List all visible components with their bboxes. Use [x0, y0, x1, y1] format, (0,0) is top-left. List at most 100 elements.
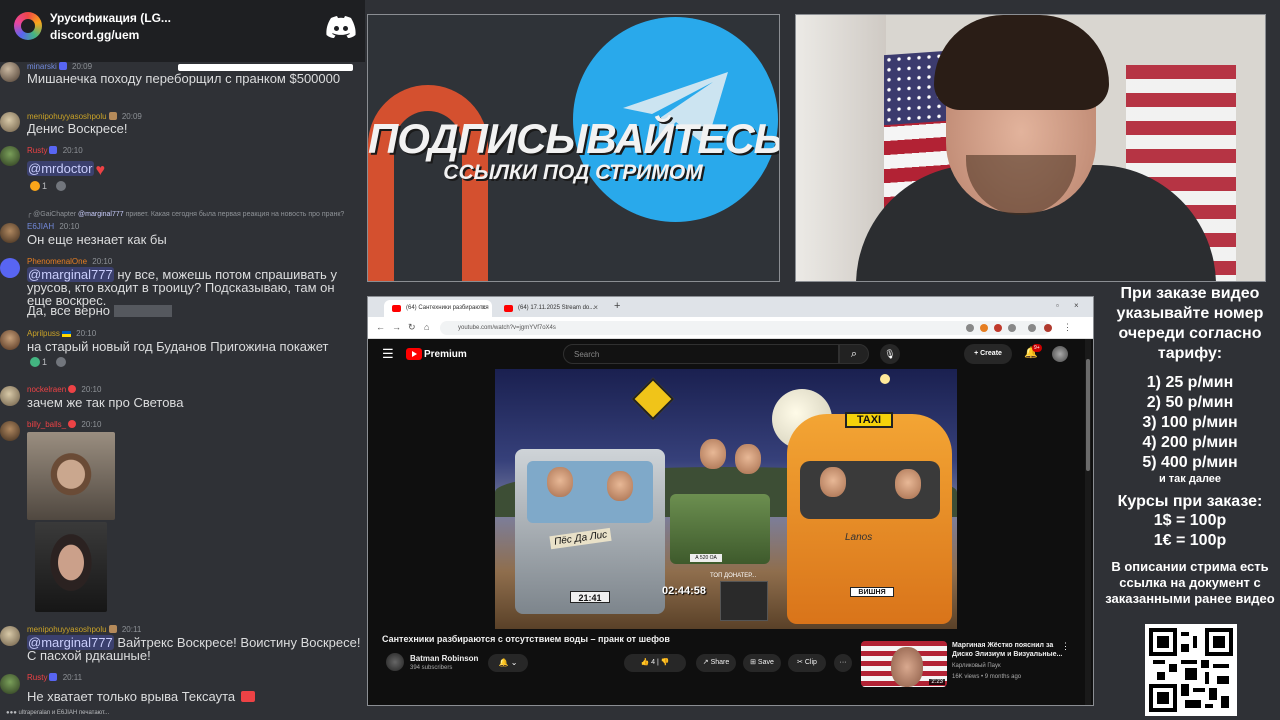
reply-mention: @marginal777 [78, 211, 124, 218]
username[interactable]: billy_balls_ [27, 420, 66, 429]
spoiler-block[interactable] [113, 305, 172, 317]
discord-logo-icon [326, 16, 356, 38]
message-meta: nockelraen 20:10 [27, 385, 101, 394]
attached-image[interactable] [35, 522, 107, 612]
character-face [735, 444, 761, 474]
browser-tab[interactable]: (64) Сантехники разбираются × [384, 300, 492, 317]
profile-icon[interactable] [1044, 324, 1052, 332]
username[interactable]: Rusty [27, 673, 47, 682]
save-label: Save [757, 659, 774, 666]
reply-preview[interactable]: ╭ @GaiChapter @marginal777 привет. Какая… [27, 210, 365, 218]
attached-image[interactable] [27, 432, 115, 520]
truck-window-graphic [527, 461, 653, 523]
user-mention[interactable]: @mrdoctor [27, 161, 94, 176]
recommended-video-title[interactable]: Маргиная Жёстко пояснил за Диско Элизиум… [952, 641, 1072, 659]
timestamp: 20:10 [81, 420, 102, 429]
extension-icon[interactable] [1028, 324, 1036, 332]
avatar[interactable] [0, 330, 20, 350]
reaction-chip[interactable]: 1 [30, 181, 47, 191]
voice-search-button[interactable]: 🎙 [880, 344, 900, 364]
more-actions-button[interactable]: ··· [834, 654, 852, 672]
price-item: 4) 200 р/мин [1142, 434, 1238, 451]
username[interactable]: Aprilpuss [27, 329, 60, 338]
top-donater-label: ТОП ДОНАТЕР... [710, 573, 757, 579]
home-icon[interactable]: ⌂ [424, 322, 429, 332]
account-avatar[interactable] [1052, 346, 1068, 362]
close-tab-icon[interactable]: × [481, 303, 486, 312]
video-player[interactable]: Пёс Да Лис 21:41 А 520 ОА TAXI Lanos ВИШ… [495, 369, 957, 629]
avatar[interactable] [0, 112, 20, 132]
role-badge-icon [58, 62, 67, 70]
like-button[interactable]: 👍 4 | 👎 [624, 654, 686, 672]
character-face [547, 467, 573, 497]
subscription-bell-button[interactable]: 🔔 ⌄ [488, 654, 528, 672]
reaction-chip[interactable]: 1 [30, 357, 47, 367]
menu-icon[interactable]: ☰ [382, 346, 394, 362]
timestamp: 20:10 [81, 385, 102, 394]
extension-icon[interactable] [966, 324, 974, 332]
avatar[interactable] [0, 223, 20, 243]
message-text: Мишанечка походу переборщил с пранком $5… [27, 71, 341, 86]
channel-name[interactable]: Batman Robinson [410, 654, 478, 663]
youtube-logo-text[interactable]: Premium [424, 349, 467, 360]
extension-icon[interactable] [994, 324, 1002, 332]
truck-plate: 21:41 [570, 591, 610, 603]
avatar[interactable] [0, 674, 20, 694]
timestamp: 20:09 [72, 62, 93, 71]
message-meta: Rusty 20:10 [27, 146, 83, 155]
reload-icon[interactable]: ↻ [408, 322, 416, 333]
username[interactable]: menipohuyyasoshpolu [27, 112, 107, 121]
share-button[interactable]: ↗ Share [696, 654, 736, 672]
clip-button[interactable]: ✂ Clip [788, 654, 826, 672]
forward-icon[interactable]: → [392, 322, 401, 332]
video-timestamp: 02:44:58 [662, 585, 707, 597]
url-field[interactable]: youtube.com/watch?v=jgmYVf7oX4s [440, 321, 1050, 335]
mic-icon: 🎙 [884, 349, 896, 359]
extension-icon[interactable] [1008, 324, 1016, 332]
search-button[interactable]: ⌕ [839, 344, 869, 364]
recommended-video-channel[interactable]: Карликовый Паук [952, 663, 1001, 669]
add-reaction-button[interactable] [55, 181, 68, 191]
message-text: @mrdoctor ♥ [27, 161, 362, 179]
search-input[interactable]: Search [563, 344, 839, 364]
username[interactable]: E6JIAH [27, 222, 54, 231]
minimize-window-icon[interactable]: ▫ [1056, 301, 1059, 310]
create-button[interactable]: + Create [964, 344, 1012, 364]
reactions-row: 1 [30, 357, 74, 367]
price-item: 5) 400 р/мин [1142, 454, 1238, 471]
save-button[interactable]: ⊞ Save [743, 654, 781, 672]
username[interactable]: Rusty [27, 146, 47, 155]
more-options-icon[interactable]: ⋮ [1061, 641, 1070, 652]
avatar[interactable] [0, 421, 20, 441]
youtube-logo-icon[interactable] [406, 348, 422, 360]
username[interactable]: menipohuyyasoshpolu [27, 625, 107, 634]
like-count: 4 [651, 659, 656, 666]
avatar[interactable] [0, 146, 20, 166]
extension-icon[interactable] [980, 324, 988, 332]
avatar[interactable] [0, 626, 20, 646]
new-tab-button[interactable]: + [614, 300, 620, 312]
scrollbar-thumb[interactable] [1086, 359, 1090, 471]
username[interactable]: minarski [27, 62, 57, 71]
browser-tab[interactable]: (64) 17.11.2025 Stream do... × [496, 300, 604, 317]
description-note: В описании стрима есть ссылка на докумен… [1105, 559, 1275, 606]
rates-list: 1$ = 100р 1€ = 100р [1100, 511, 1280, 551]
browser-menu-icon[interactable]: ⋮ [1063, 322, 1072, 333]
channel-avatar[interactable] [386, 653, 404, 671]
van-plate: ВИШНЯ [850, 587, 894, 597]
username[interactable]: nockelraen [27, 385, 66, 394]
back-icon[interactable]: ← [376, 322, 385, 332]
page-scrollbar[interactable] [1085, 339, 1091, 705]
reply-text: привет. Какая сегодня была первая реакци… [125, 211, 345, 218]
close-tab-icon[interactable]: × [593, 303, 598, 312]
close-window-icon[interactable]: × [1074, 301, 1079, 310]
server-invite-link[interactable]: discord.gg/uem [50, 28, 139, 42]
recommended-video-thumbnail[interactable]: 2:23 [861, 641, 947, 687]
avatar[interactable] [0, 258, 20, 278]
username[interactable]: PhenomenalOne [27, 257, 87, 266]
avatar[interactable] [0, 62, 20, 82]
add-reaction-button[interactable] [55, 357, 68, 367]
promo-title: ПОДПИСЫВАЙТЕСЬ [368, 115, 780, 162]
avatar[interactable] [0, 386, 20, 406]
role-badge-icon [108, 625, 117, 633]
